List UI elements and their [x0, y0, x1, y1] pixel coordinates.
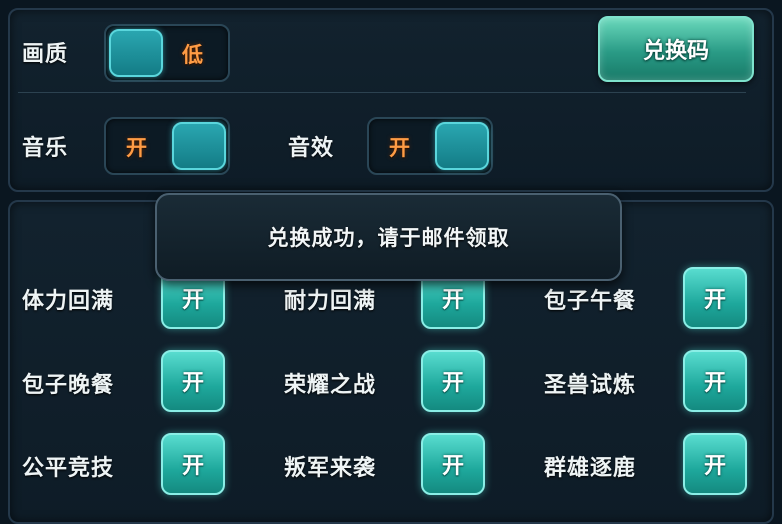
notif-toggle-label: 开: [181, 454, 204, 479]
quality-label: 画质: [22, 42, 69, 67]
sound-toggle-value: 开: [389, 136, 410, 160]
sound-toggle[interactable]: 开: [367, 117, 493, 175]
quality-toggle-value: 低: [182, 43, 203, 67]
notif-label-fair-arena: 公平竞技: [22, 456, 115, 481]
redeem-code-button-label: 兑换码: [642, 39, 709, 64]
notif-toggle-label: 开: [703, 288, 726, 313]
music-toggle-value: 开: [126, 136, 147, 160]
notif-toggle-label: 开: [703, 454, 726, 479]
notif-toggle-label: 开: [181, 288, 204, 313]
notif-toggle-fair-arena[interactable]: 开: [161, 433, 225, 495]
notif-label-bun-lunch: 包子午餐: [544, 289, 637, 314]
notif-label-endurance-full: 耐力回满: [284, 289, 377, 314]
redeem-code-button[interactable]: 兑换码: [598, 16, 754, 82]
music-toggle[interactable]: 开: [104, 117, 230, 175]
notif-label-beast-trial: 圣兽试炼: [544, 373, 637, 398]
notif-label-heroes-contest: 群雄逐鹿: [544, 456, 637, 481]
notif-toggle-rebel-raid[interactable]: 开: [421, 433, 485, 495]
notif-label-rebel-raid: 叛军来袭: [284, 456, 377, 481]
quality-toggle[interactable]: 低: [104, 24, 230, 82]
sound-label: 音效: [288, 136, 335, 161]
notif-toggle-bun-dinner[interactable]: 开: [161, 350, 225, 412]
notif-toggle-heroes-contest[interactable]: 开: [683, 433, 747, 495]
notif-toggle-label: 开: [441, 288, 464, 313]
notif-toggle-label: 开: [441, 454, 464, 479]
music-label: 音乐: [22, 136, 69, 161]
toast-message: 兑换成功，请于邮件领取: [267, 226, 510, 250]
redeem-success-toast: 兑换成功，请于邮件领取: [155, 193, 622, 281]
sound-toggle-knob: [435, 122, 489, 170]
notif-toggle-label: 开: [181, 371, 204, 396]
notif-label-bun-dinner: 包子晚餐: [22, 373, 115, 398]
notif-toggle-label: 开: [441, 371, 464, 396]
settings-divider: [18, 92, 746, 93]
notif-toggle-beast-trial[interactable]: 开: [683, 350, 747, 412]
notif-label-glory-battle: 荣耀之战: [284, 373, 377, 398]
notif-toggle-bun-lunch[interactable]: 开: [683, 267, 747, 329]
notif-toggle-label: 开: [703, 371, 726, 396]
notif-toggle-glory-battle[interactable]: 开: [421, 350, 485, 412]
notif-label-stamina-full: 体力回满: [22, 289, 115, 314]
music-toggle-knob: [172, 122, 226, 170]
quality-toggle-knob: [109, 29, 163, 77]
